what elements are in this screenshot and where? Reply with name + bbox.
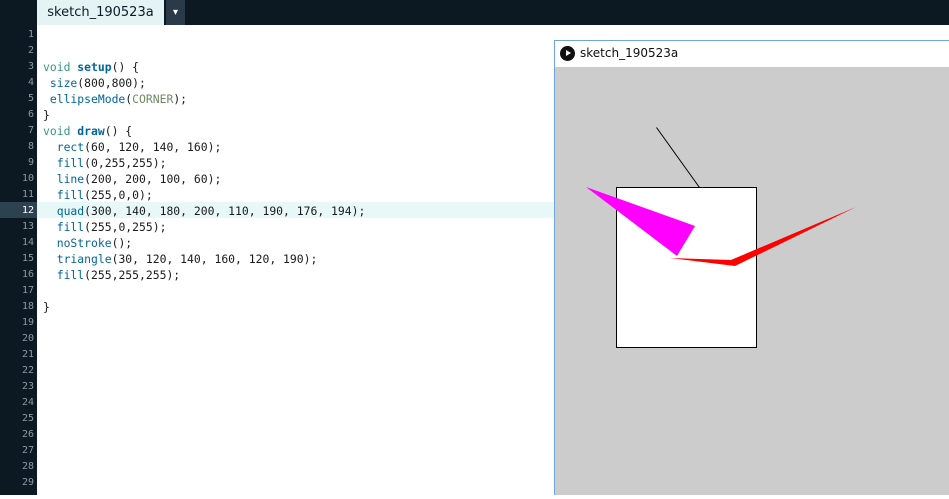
- code-line[interactable]: ellipseMode(CORNER);: [43, 91, 365, 107]
- line-number: 22: [21, 365, 34, 376]
- code-line[interactable]: size(800,800);: [43, 75, 365, 91]
- tab-menu-button[interactable]: ▾: [166, 0, 185, 25]
- line-number: 13: [21, 221, 34, 232]
- line-number: 18: [21, 301, 34, 312]
- line-number: 6: [27, 109, 34, 120]
- line-number: 16: [21, 269, 34, 280]
- code-line[interactable]: [43, 27, 365, 43]
- code-line[interactable]: rect(60, 120, 140, 160);: [43, 139, 365, 155]
- line-number: 28: [21, 461, 34, 472]
- line-number: 17: [21, 285, 34, 296]
- line-number: 26: [21, 429, 34, 440]
- sketch-window-titlebar[interactable]: sketch_190523a: [555, 41, 949, 67]
- code-line[interactable]: fill(255,0,255);: [43, 219, 365, 235]
- sketch-canvas[interactable]: [555, 67, 949, 495]
- line-number: 20: [21, 333, 34, 344]
- code-editor[interactable]: void setup() { size(800,800); ellipseMod…: [43, 27, 365, 315]
- code-line[interactable]: line(200, 200, 100, 60);: [43, 171, 365, 187]
- line-number: 4: [27, 77, 34, 88]
- line-number: 11: [21, 189, 34, 200]
- line-number: 23: [21, 381, 34, 392]
- line-number: 21: [21, 349, 34, 360]
- line-number: 29: [21, 477, 34, 488]
- code-line[interactable]: noStroke();: [43, 235, 365, 251]
- line-number: 10: [21, 173, 34, 184]
- code-line[interactable]: [43, 43, 365, 59]
- line-number: 5: [27, 93, 34, 104]
- tab-label: sketch_190523a: [47, 5, 154, 20]
- code-line[interactable]: [43, 283, 365, 299]
- code-line[interactable]: }: [43, 107, 365, 123]
- line-number: 14: [21, 237, 34, 248]
- line-number: 19: [21, 317, 34, 328]
- chevron-down-icon: ▾: [172, 7, 179, 18]
- code-line[interactable]: quad(300, 140, 180, 200, 110, 190, 176, …: [43, 203, 366, 219]
- sketch-canvas-drawing: [586, 127, 856, 348]
- line-number: 2: [27, 45, 34, 56]
- line-number: 27: [21, 445, 34, 456]
- line-number: 7: [27, 125, 34, 136]
- sketch-line: [656, 127, 700, 188]
- line-number: 15: [21, 253, 34, 264]
- code-line[interactable]: fill(255,0,0);: [43, 187, 365, 203]
- play-circle-icon: [560, 46, 575, 61]
- line-number: 1: [27, 29, 34, 40]
- code-line[interactable]: fill(0,255,255);: [43, 155, 365, 171]
- line-number: 12: [21, 205, 34, 216]
- line-number: 9: [27, 157, 34, 168]
- code-line[interactable]: }: [43, 299, 365, 315]
- tab-sketch[interactable]: sketch_190523a: [37, 0, 164, 25]
- sketch-window-title: sketch_190523a: [580, 46, 679, 60]
- line-number: 8: [27, 141, 34, 152]
- line-number: 24: [21, 397, 34, 408]
- code-line[interactable]: void draw() {: [43, 123, 365, 139]
- line-number: 25: [21, 413, 34, 424]
- code-line[interactable]: fill(255,255,255);: [43, 267, 365, 283]
- code-line[interactable]: void setup() {: [43, 59, 365, 75]
- line-number: 3: [27, 61, 34, 72]
- sketch-window[interactable]: sketch_190523a: [554, 40, 949, 495]
- line-numbers: 1 2 3 4 5 6 7 8 9 10 11 12 13 14 15 16 17 18 19 20 21 22 23 24 2…: [0, 27, 34, 491]
- code-line[interactable]: triangle(30, 120, 140, 160, 120, 190);: [43, 251, 365, 267]
